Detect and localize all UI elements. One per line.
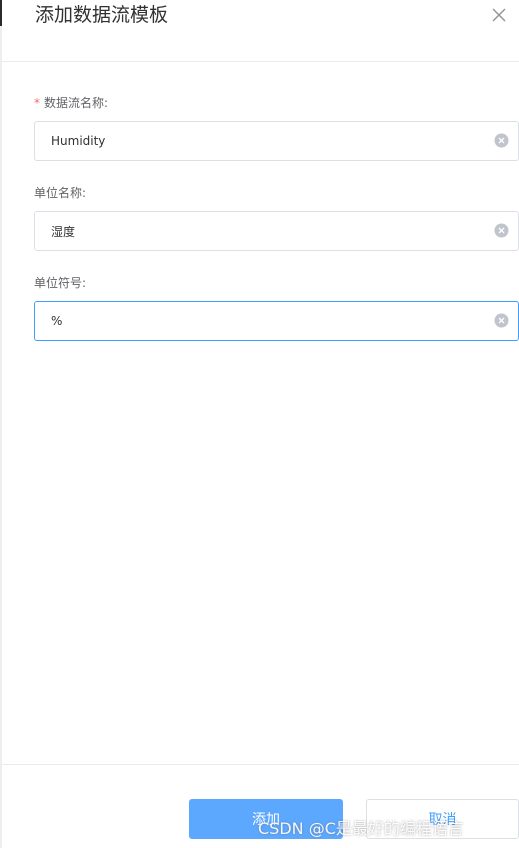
unit-name-label: 单位名称: bbox=[34, 186, 87, 200]
clear-icon[interactable] bbox=[494, 313, 509, 328]
close-icon[interactable] bbox=[489, 5, 509, 25]
required-mark: * bbox=[34, 96, 40, 110]
clear-icon[interactable] bbox=[494, 223, 509, 238]
dialog-footer: 添加 取消 bbox=[2, 764, 519, 848]
stream-name-label: * 数据流名称: bbox=[34, 95, 519, 111]
stream-name-input[interactable] bbox=[35, 122, 491, 160]
unit-name-input[interactable] bbox=[35, 212, 491, 250]
unit-symbol-input[interactable] bbox=[35, 302, 491, 340]
form-item-unit-name: 单位名称: bbox=[34, 185, 519, 251]
form-item-stream-name: * 数据流名称: bbox=[34, 95, 519, 161]
form-item-unit-symbol: 单位符号: bbox=[34, 275, 519, 341]
unit-symbol-input-wrapper bbox=[34, 301, 519, 341]
dialog-drawer: 添加数据流模板 * 数据流名称: 单位名称: bbox=[0, 0, 519, 848]
stream-name-input-wrapper bbox=[34, 121, 519, 161]
unit-symbol-label: 单位符号: bbox=[34, 276, 87, 290]
clear-icon[interactable] bbox=[494, 133, 509, 148]
cancel-button[interactable]: 取消 bbox=[366, 799, 519, 839]
dialog-title: 添加数据流模板 bbox=[35, 4, 169, 26]
add-button[interactable]: 添加 bbox=[189, 799, 343, 839]
stream-name-label-text: 数据流名称: bbox=[44, 96, 109, 110]
dialog-header: 添加数据流模板 bbox=[2, 0, 519, 62]
unit-name-input-wrapper bbox=[34, 211, 519, 251]
background-edge-light bbox=[0, 26, 2, 848]
